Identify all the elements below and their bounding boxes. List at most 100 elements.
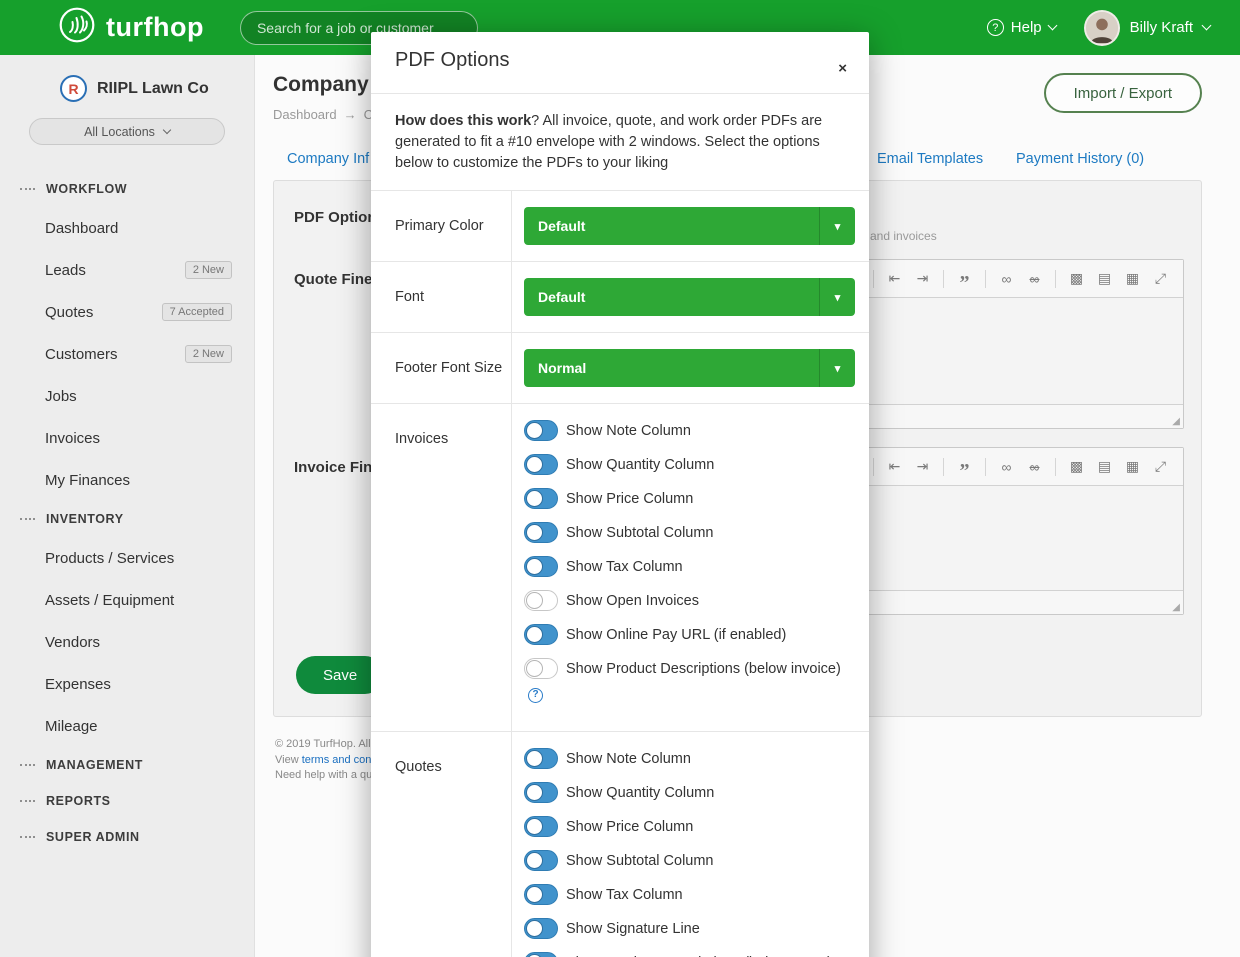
blockquote-icon[interactable]: ”: [952, 267, 977, 291]
toggle-switch[interactable]: [524, 624, 558, 645]
iframe-icon[interactable]: ▤: [1092, 267, 1117, 291]
sidebar-item-mileage[interactable]: Mileage: [0, 705, 254, 747]
toggle-show-quantity-column[interactable]: Show Quantity Column: [524, 454, 855, 476]
nav-label: Mileage: [45, 718, 98, 735]
select-value: Default: [524, 289, 819, 305]
resize-handle-icon[interactable]: ◢: [1172, 416, 1180, 427]
toggle-switch[interactable]: [524, 556, 558, 577]
sidebar-item-customers[interactable]: Customers 2 New: [0, 333, 254, 375]
sidebar-item-invoices[interactable]: Invoices: [0, 417, 254, 459]
image-icon[interactable]: ▩: [1064, 267, 1089, 291]
close-icon[interactable]: ×: [838, 60, 847, 77]
row-label: Quotes: [371, 732, 511, 957]
tab-payment-history[interactable]: Payment History (0): [1016, 151, 1144, 167]
toggle-switch[interactable]: [524, 918, 558, 939]
toggle-show-tax-column[interactable]: Show Tax Column: [524, 884, 855, 906]
toggle-show-subtotal-column[interactable]: Show Subtotal Column: [524, 522, 855, 544]
sidebar-item-leads[interactable]: Leads 2 New: [0, 249, 254, 291]
toggle-switch[interactable]: [524, 884, 558, 905]
resize-handle-icon[interactable]: ◢: [1172, 602, 1180, 613]
unlink-icon[interactable]: ∞: [1022, 455, 1047, 479]
sidebar-item-products-services[interactable]: Products / Services: [0, 537, 254, 579]
toggle-switch[interactable]: [524, 488, 558, 509]
breadcrumb-arrow-icon: →: [344, 107, 357, 122]
switch-knob: [526, 784, 543, 801]
sidebar-section-super-admin[interactable]: SUPER ADMIN: [0, 819, 254, 855]
nav-label: Assets / Equipment: [45, 592, 174, 609]
toggle-show-signature-line[interactable]: Show Signature Line: [524, 918, 855, 940]
toggle-show-price-column[interactable]: Show Price Column: [524, 488, 855, 510]
toggle-label: Show Tax Column: [566, 887, 683, 903]
toggle-show-tax-column[interactable]: Show Tax Column: [524, 556, 855, 578]
help-tooltip-icon[interactable]: ?: [528, 688, 543, 703]
footer-font-size-select[interactable]: Normal ▾: [524, 349, 855, 387]
toggle-label: Show Tax Column: [566, 559, 683, 575]
maximize-icon[interactable]: ⤢: [1148, 267, 1173, 291]
toggle-show-open-invoices[interactable]: Show Open Invoices: [524, 590, 855, 612]
sidebar-item-assets-equipment[interactable]: Assets / Equipment: [0, 579, 254, 621]
toggle-switch[interactable]: [524, 658, 558, 679]
toggle-switch[interactable]: [524, 748, 558, 769]
font-select[interactable]: Default ▾: [524, 278, 855, 316]
toggle-switch[interactable]: [524, 522, 558, 543]
sidebar-section-management[interactable]: MANAGEMENT: [0, 747, 254, 783]
table-icon[interactable]: ▦: [1120, 267, 1145, 291]
sidebar-section-reports[interactable]: REPORTS: [0, 783, 254, 819]
link-icon[interactable]: ∞: [994, 267, 1019, 291]
table-icon[interactable]: ▦: [1120, 455, 1145, 479]
toggle-show-subtotal-column[interactable]: Show Subtotal Column: [524, 850, 855, 872]
outdent-icon[interactable]: ⇤: [882, 455, 907, 479]
sidebar-item-vendors[interactable]: Vendors: [0, 621, 254, 663]
brand[interactable]: turfhop: [58, 6, 204, 49]
toggle-switch[interactable]: [524, 850, 558, 871]
toggle-show-note-column[interactable]: Show Note Column: [524, 420, 855, 442]
link-icon[interactable]: ∞: [994, 455, 1019, 479]
location-selector[interactable]: All Locations: [29, 118, 225, 145]
toggle-show-quantity-column[interactable]: Show Quantity Column: [524, 782, 855, 804]
toggle-show-product-descriptions-invoice[interactable]: Show Product Descriptions (below invoice…: [524, 658, 855, 703]
import-export-button[interactable]: Import / Export: [1044, 73, 1202, 113]
outdent-icon[interactable]: ⇤: [882, 267, 907, 291]
sidebar-section-workflow[interactable]: WORKFLOW: [0, 171, 254, 207]
toggle-show-price-column[interactable]: Show Price Column: [524, 816, 855, 838]
toggle-switch[interactable]: [524, 816, 558, 837]
toggle-show-online-pay-url[interactable]: Show Online Pay URL (if enabled): [524, 624, 855, 646]
indent-icon[interactable]: ⇥: [910, 267, 935, 291]
row-label: Footer Font Size: [371, 333, 511, 403]
sidebar-item-dashboard[interactable]: Dashboard: [0, 207, 254, 249]
help-menu[interactable]: ? Help: [987, 19, 1056, 36]
unlink-icon[interactable]: ∞: [1022, 267, 1047, 291]
toggle-switch[interactable]: [524, 782, 558, 803]
sidebar-item-my-finances[interactable]: My Finances: [0, 459, 254, 501]
tab-company-info[interactable]: Company Inf: [287, 151, 369, 167]
toggle-switch[interactable]: [524, 420, 558, 441]
breadcrumb-dashboard[interactable]: Dashboard: [273, 107, 337, 122]
sidebar-item-jobs[interactable]: Jobs: [0, 375, 254, 417]
toggle-switch[interactable]: [524, 952, 558, 957]
toggle-switch[interactable]: [524, 454, 558, 475]
blockquote-icon[interactable]: ”: [952, 455, 977, 479]
tab-email-templates[interactable]: Email Templates: [877, 151, 983, 167]
image-icon[interactable]: ▩: [1064, 455, 1089, 479]
indent-icon[interactable]: ⇥: [910, 455, 935, 479]
terms-link[interactable]: terms and cond: [302, 754, 378, 766]
toggle-show-note-column[interactable]: Show Note Column: [524, 748, 855, 770]
nav-label: Invoices: [45, 430, 100, 447]
user-menu[interactable]: Billy Kraft: [1084, 10, 1210, 46]
row-footer-font-size: Footer Font Size Normal ▾: [371, 333, 869, 404]
toolbar-separator: [873, 270, 874, 288]
maximize-icon[interactable]: ⤢: [1148, 455, 1173, 479]
sidebar-section-inventory[interactable]: INVENTORY: [0, 501, 254, 537]
primary-color-select[interactable]: Default ▾: [524, 207, 855, 245]
sidebar-item-quotes[interactable]: Quotes 7 Accepted: [0, 291, 254, 333]
toggle-label: Show Quantity Column: [566, 457, 714, 473]
iframe-icon[interactable]: ▤: [1092, 455, 1117, 479]
switch-knob: [526, 422, 543, 439]
toggle-show-product-descriptions-quote[interactable]: Show Product Descriptions (below quote)?: [524, 952, 855, 957]
toggle-switch[interactable]: [524, 590, 558, 611]
company-header: R RIIPL Lawn Co: [60, 75, 254, 102]
breadcrumb: Dashboard → C: [273, 107, 373, 122]
nav-label: Customers: [45, 346, 118, 363]
row-control: Show Note Column Show Quantity Column Sh…: [511, 732, 869, 957]
sidebar-item-expenses[interactable]: Expenses: [0, 663, 254, 705]
